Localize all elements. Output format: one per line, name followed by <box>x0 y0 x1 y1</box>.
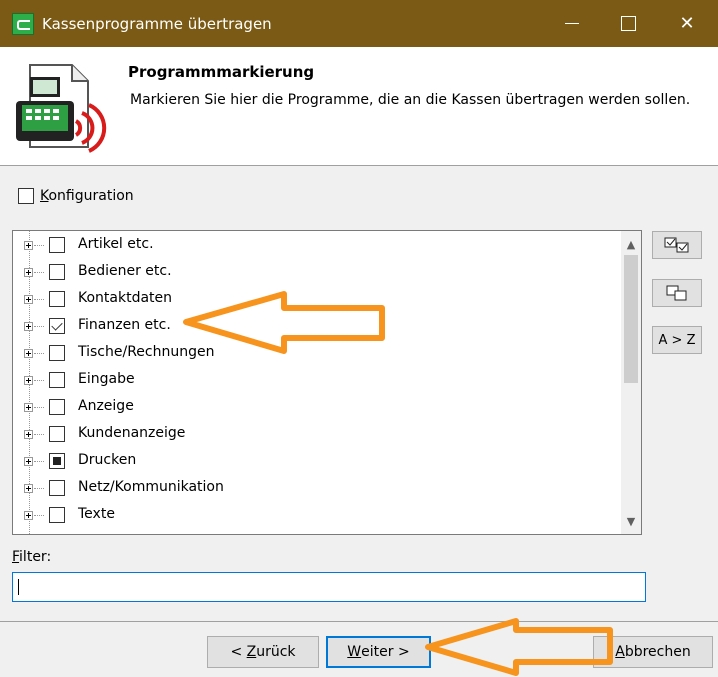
maximize-icon <box>620 16 636 31</box>
window-title: Kassenprogramme übertragen <box>42 14 272 33</box>
tree-item-checkbox[interactable] <box>49 453 65 469</box>
tree-item-checkbox[interactable] <box>49 426 65 442</box>
filter-label: Filter: <box>12 549 52 565</box>
program-tree[interactable]: ▲ ▼ Artikel etc. Bediener etc. Kontaktdate… <box>12 230 642 535</box>
tree-item-label: Texte <box>78 506 115 522</box>
expand-icon[interactable] <box>24 295 33 304</box>
vertical-scrollbar[interactable]: ▲ ▼ <box>621 231 641 534</box>
tree-item-label: Artikel etc. <box>78 236 154 252</box>
tree-item-checkbox[interactable] <box>49 237 65 253</box>
minimize-button[interactable] <box>544 0 600 47</box>
tree-item-label: Kontaktdaten <box>78 290 173 306</box>
sort-button[interactable]: A > Z <box>652 326 702 354</box>
expand-icon[interactable] <box>24 403 33 412</box>
tree-item-label: Netz/Kommunikation <box>78 479 224 495</box>
tree-item-checkbox[interactable] <box>49 318 65 334</box>
close-icon: ✕ <box>679 13 695 34</box>
tree-item-checkbox[interactable] <box>49 480 65 496</box>
page-title: Programmmarkierung <box>128 63 315 81</box>
next-button[interactable]: Weiter > <box>326 636 431 668</box>
konfiguration-checkbox[interactable]: Konfiguration <box>18 188 134 204</box>
tree-item[interactable]: Anzeige <box>13 394 613 421</box>
expand-icon[interactable] <box>24 430 33 439</box>
tree-item-label: Anzeige <box>78 398 134 414</box>
filter-input[interactable] <box>12 572 646 602</box>
tree-item-checkbox[interactable] <box>49 507 65 523</box>
tree-item[interactable]: Kontaktdaten <box>13 286 613 313</box>
close-button[interactable]: ✕ <box>656 0 718 47</box>
text-caret <box>18 579 19 595</box>
check-all-icon <box>664 237 689 253</box>
tree-item[interactable]: Tische/Rechnungen <box>13 340 613 367</box>
wizard-header: Programmmarkierung Markieren Sie hier di… <box>0 47 718 166</box>
scrollbar-thumb[interactable] <box>624 255 638 383</box>
tree-item-label: Finanzen etc. <box>78 317 171 333</box>
expand-icon[interactable] <box>24 484 33 493</box>
uncheck-all-button[interactable] <box>652 279 702 307</box>
tree-item-checkbox[interactable] <box>49 345 65 361</box>
tree-item[interactable]: Bediener etc. <box>13 259 613 286</box>
expand-icon[interactable] <box>24 511 33 520</box>
tree-item-label: Bediener etc. <box>78 263 172 279</box>
scroll-down-icon[interactable]: ▼ <box>621 512 641 532</box>
expand-icon[interactable] <box>24 457 33 466</box>
tree-item-checkbox[interactable] <box>49 399 65 415</box>
back-button[interactable]: < Zurück <box>207 636 319 668</box>
tree-item[interactable]: Finanzen etc. <box>13 313 613 340</box>
annotation-arrow-weiter <box>425 618 613 676</box>
expand-icon[interactable] <box>24 376 33 385</box>
tree-item[interactable]: Texte <box>13 502 613 529</box>
tree-item-label: Kundenanzeige <box>78 425 186 441</box>
tree-item-checkbox[interactable] <box>49 291 65 307</box>
tree-item-checkbox[interactable] <box>49 372 65 388</box>
expand-icon[interactable] <box>24 322 33 331</box>
scroll-up-icon[interactable]: ▲ <box>621 235 641 255</box>
expand-icon[interactable] <box>24 241 33 250</box>
uncheck-all-icon <box>666 285 687 301</box>
tree-item[interactable]: Kundenanzeige <box>13 421 613 448</box>
check-all-button[interactable] <box>652 231 702 259</box>
app-icon <box>12 12 34 35</box>
page-description: Markieren Sie hier die Programme, die an… <box>130 92 691 108</box>
cancel-button[interactable]: Abbrechen <box>593 636 713 668</box>
tree-item[interactable]: Drucken <box>13 448 613 475</box>
expand-icon[interactable] <box>24 268 33 277</box>
tree-item-checkbox[interactable] <box>49 264 65 280</box>
konfiguration-label: Konfiguration <box>40 188 134 204</box>
tree-item-label: Tische/Rechnungen <box>78 344 215 360</box>
title-bar: Kassenprogramme übertragen ✕ <box>0 0 718 47</box>
minimize-icon <box>565 23 579 24</box>
divider <box>0 621 718 622</box>
expand-icon[interactable] <box>24 349 33 358</box>
tree-item-label: Eingabe <box>78 371 135 387</box>
tree-item[interactable]: Netz/Kommunikation <box>13 475 613 502</box>
tree-item[interactable]: Eingabe <box>13 367 613 394</box>
tree-item-label: Drucken <box>78 452 137 468</box>
tree-item[interactable]: Artikel etc. <box>13 232 613 259</box>
maximize-button[interactable] <box>600 0 656 47</box>
cash-register-transfer-icon <box>16 64 107 153</box>
konfiguration-checkbox-box[interactable] <box>18 188 34 204</box>
